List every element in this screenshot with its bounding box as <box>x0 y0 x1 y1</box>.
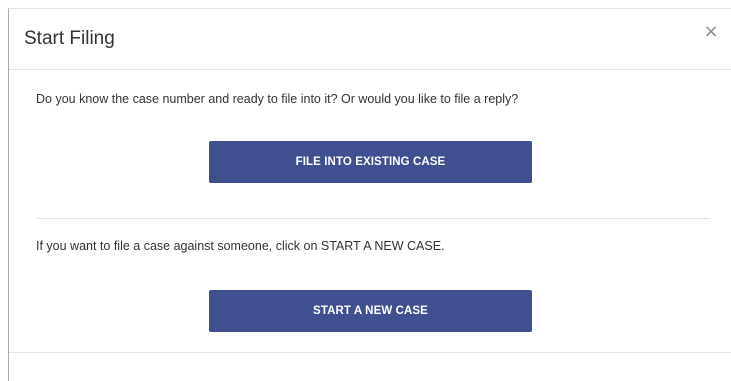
file-into-existing-case-button[interactable]: FILE INTO EXISTING CASE <box>209 141 532 183</box>
modal-header: Start Filing × <box>9 9 731 70</box>
close-icon[interactable]: × <box>703 23 719 41</box>
modal-body: Do you know the case number and ready to… <box>9 70 731 352</box>
section-divider <box>36 218 710 219</box>
start-new-case-button[interactable]: START A NEW CASE <box>209 290 532 332</box>
modal-footer-divider <box>9 352 731 353</box>
new-case-prompt: If you want to file a case against someo… <box>36 239 445 253</box>
modal-title: Start Filing <box>24 28 115 49</box>
start-filing-modal: Start Filing × Do you know the case numb… <box>8 8 731 381</box>
existing-case-prompt: Do you know the case number and ready to… <box>36 92 519 106</box>
